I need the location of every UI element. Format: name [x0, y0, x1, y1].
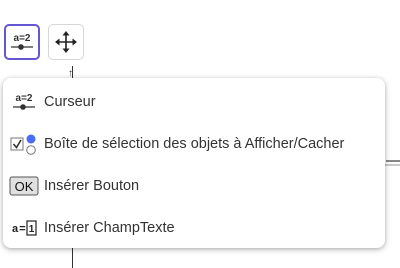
move-arrows-icon — [55, 31, 77, 53]
input-icon-a: a — [12, 223, 19, 235]
menu-item-insert-button[interactable]: OK Insérer Bouton — [3, 166, 385, 206]
menu-item-curseur[interactable]: a=2 Curseur — [3, 82, 385, 122]
button-icon-text: OK — [15, 179, 34, 194]
slider-icon-text: a=2 — [14, 33, 31, 44]
graphics-mark — [386, 160, 400, 162]
toolbar: a=2 — [0, 0, 400, 66]
button-icon: OK — [9, 176, 39, 196]
slider-icon: a=2 — [13, 93, 35, 110]
menu-item-checkbox-tool[interactable]: Boîte de sélection des objets à Afficher… — [3, 124, 385, 164]
slider-icon: a=2 — [11, 33, 33, 50]
menu-item-insert-textfield[interactable]: a = 1 Insérer ChampTexte — [3, 208, 385, 248]
tool-dropdown-menu: a=2 Curseur Boîte de sélection des objet… — [3, 78, 385, 248]
input-icon-1: 1 — [29, 224, 35, 235]
input-box-icon: a = 1 — [12, 220, 37, 236]
menu-item-label: Curseur — [44, 94, 96, 110]
move-tool-button[interactable] — [48, 24, 84, 60]
menu-item-label: Insérer Bouton — [44, 178, 140, 194]
checkbox-icon — [10, 134, 36, 155]
menu-item-label: Boîte de sélection des objets à Afficher… — [44, 136, 345, 152]
menu-slider-icon-text: a=2 — [16, 93, 33, 104]
menu-item-label: Insérer ChampTexte — [44, 220, 175, 236]
input-icon-eq: = — [19, 223, 25, 235]
slider-tool-button[interactable]: a=2 — [4, 24, 40, 60]
